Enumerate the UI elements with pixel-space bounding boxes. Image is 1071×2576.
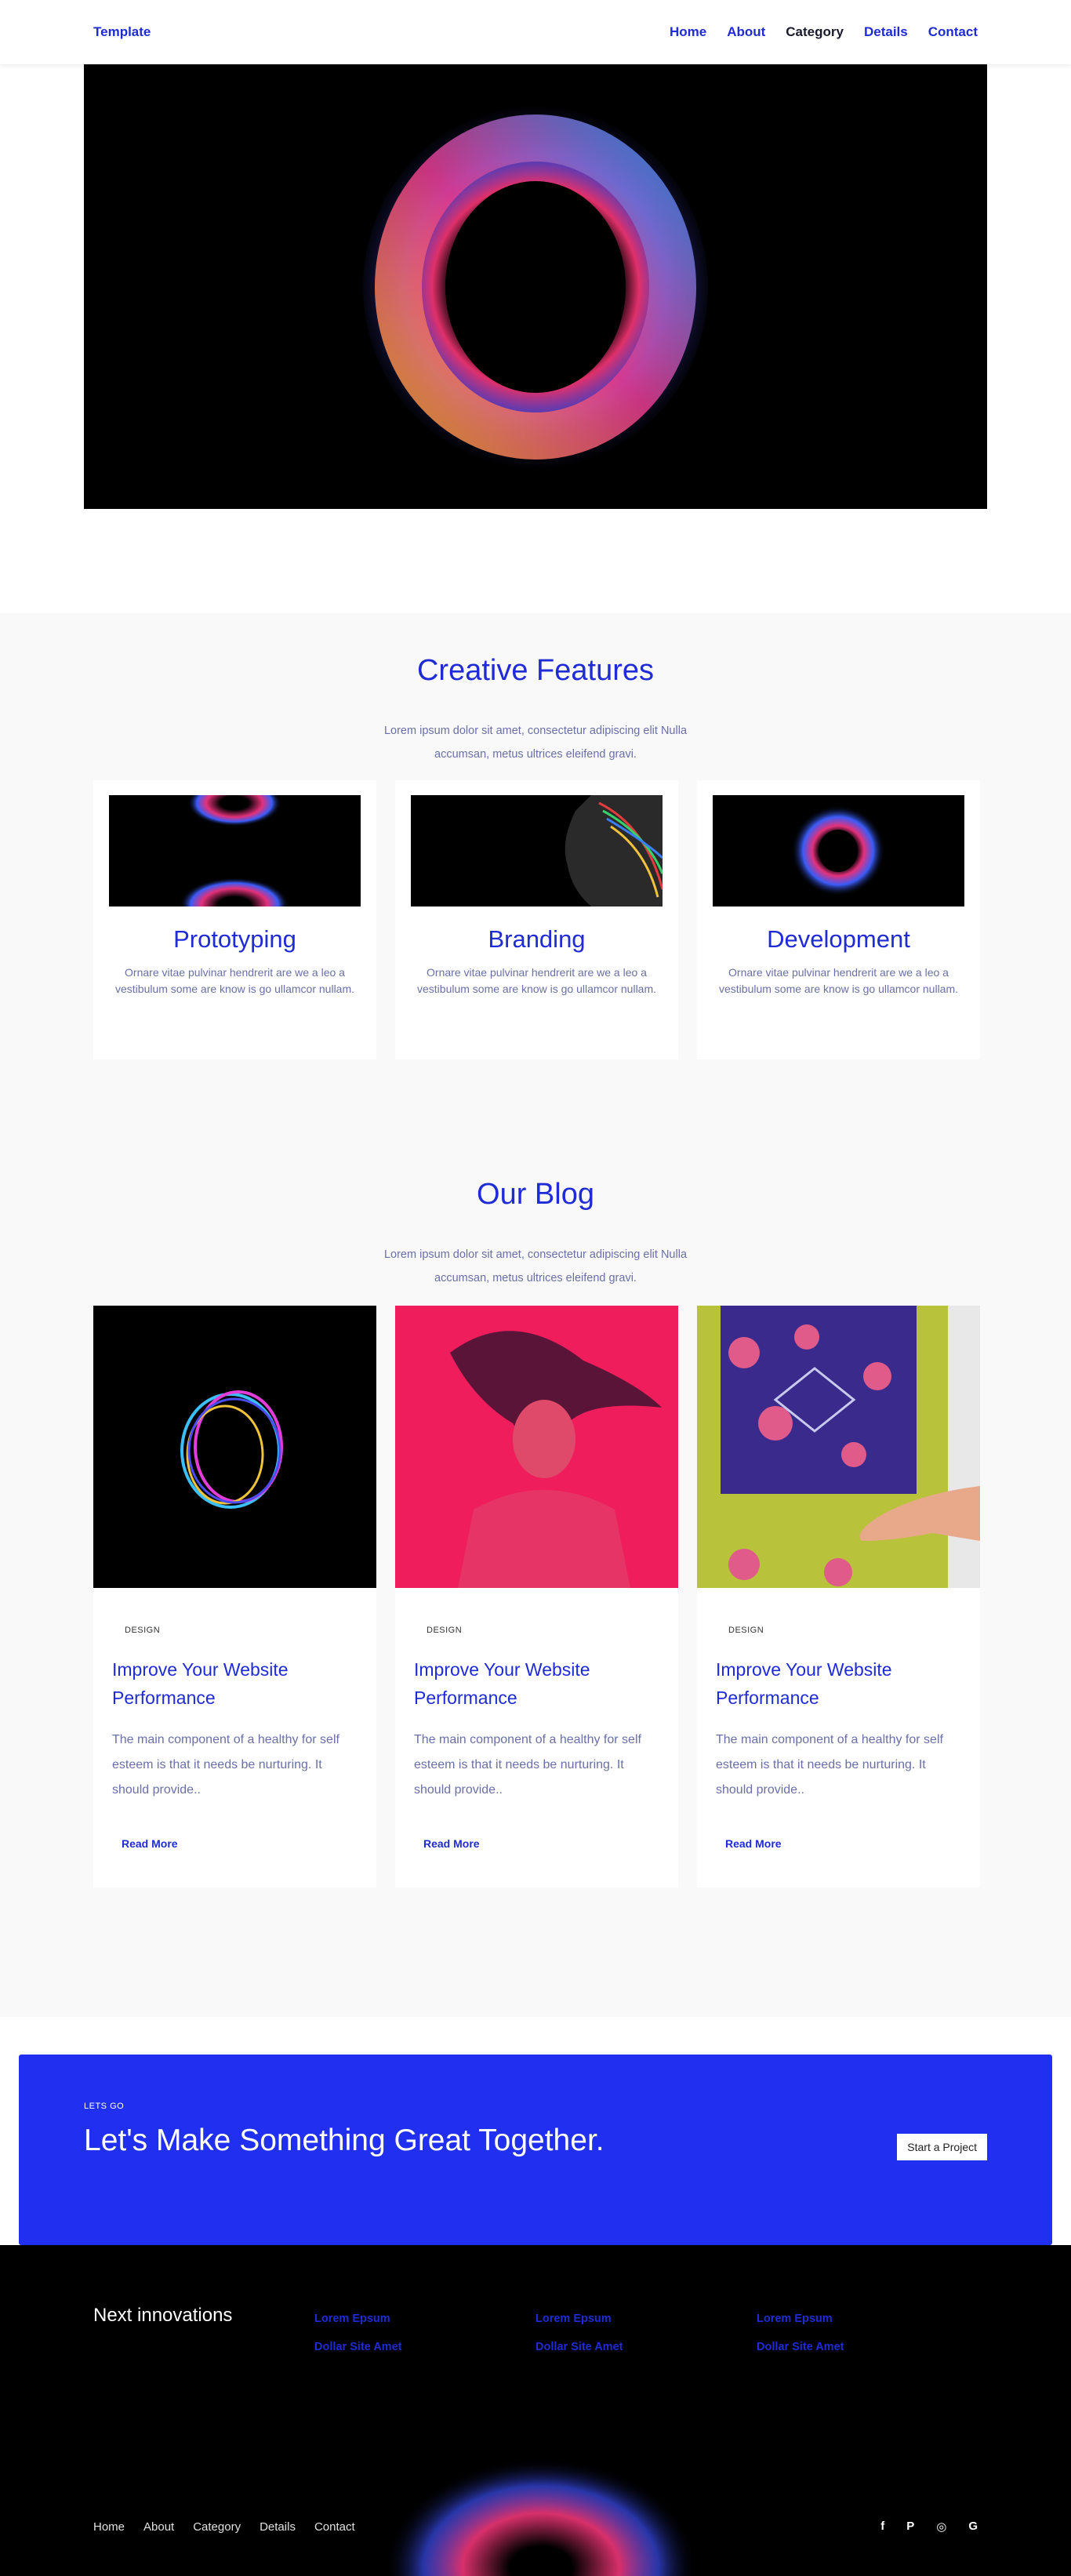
nav-home[interactable]: Home [670,24,706,40]
light-rings-image [180,1390,283,1509]
feature-card-branding: Branding Ornare vitae pulvinar hendrerit… [395,780,678,1059]
feature-desc: Ornare vitae pulvinar hendrerit are we a… [115,966,355,995]
footer-nav: Home About Category Details Contact [93,2520,355,2534]
footer-column: Lorem Epsum Dollar Site Amet [536,2305,757,2361]
footer-link[interactable]: Dollar Site Amet [314,2333,536,2361]
blog-card-body: DESIGN Improve Your Website Performance … [93,1588,376,1851]
features-section: Creative Features Lorem ipsum dolor sit … [0,613,1071,1178]
footer-nav-about[interactable]: About [143,2520,174,2534]
post-title[interactable]: Improve Your Website Performance [716,1655,961,1712]
feature-image [109,795,361,907]
read-more-link[interactable]: Read More [423,1837,480,1850]
feature-desc: Ornare vitae pulvinar hendrerit are we a… [719,966,959,995]
read-more-link[interactable]: Read More [725,1837,782,1850]
footer-nav-contact[interactable]: Contact [314,2520,355,2534]
footer-column: Lorem Epsum Dollar Site Amet [757,2305,978,2361]
blog-section: Our Blog Lorem ipsum dolor sit amet, con… [0,1178,1071,2017]
feature-title: Prototyping [173,925,296,953]
feature-image [713,795,964,907]
feature-title: Branding [488,925,586,953]
blog-image[interactable] [93,1306,376,1588]
pattern-hand-image [697,1306,980,1588]
post-tag: DESIGN [728,1626,764,1635]
nav-category[interactable]: Category [786,24,844,40]
top-navbar: Template Home About Category Details Con… [0,0,1071,64]
blog-card: DESIGN Improve Your Website Performance … [697,1306,980,1887]
footer-brand: Next innovations [93,2305,233,2326]
footer-link[interactable]: Dollar Site Amet [536,2333,757,2361]
footer-burst-image [384,2458,698,2576]
footer: Next innovations Lorem Epsum Dollar Site… [0,2245,1071,2576]
post-title[interactable]: Improve Your Website Performance [414,1655,659,1712]
footer-link[interactable]: Lorem Epsum [314,2305,536,2333]
footer-link[interactable]: Lorem Epsum [757,2305,978,2333]
footer-nav-home[interactable]: Home [93,2520,125,2534]
nav-contact[interactable]: Contact [928,24,978,40]
footer-nav-category[interactable]: Category [193,2520,241,2534]
brand-logo[interactable]: Template [93,24,151,40]
nav-about[interactable]: About [727,24,765,40]
blog-image[interactable] [697,1306,980,1588]
cta-banner: LETS GO Let's Make Something Great Toget… [19,2055,1052,2245]
burst-split-image [180,795,289,907]
features-title: Creative Features [416,654,654,687]
read-more-link[interactable]: Read More [122,1837,178,1850]
features-subtitle: Lorem ipsum dolor sit amet, consectetur … [383,725,688,761]
color-burst-image [791,805,885,896]
post-excerpt: The main component of a healthy for self… [414,1733,641,1797]
color-burst-image [363,106,708,467]
hero-section [0,64,1071,613]
footer-link[interactable]: Dollar Site Amet [757,2333,978,2361]
cta-eyebrow: LETS GO [84,2102,125,2111]
blog-card-body: DESIGN Improve Your Website Performance … [697,1588,980,1851]
neon-face-image [565,795,663,907]
footer-top: Next innovations Lorem Epsum Dollar Site… [0,2245,1071,2361]
blog-card: DESIGN Improve Your Website Performance … [395,1306,678,1887]
main-nav: Home About Category Details Contact [670,24,978,40]
footer-nav-details[interactable]: Details [260,2520,296,2534]
footer-link[interactable]: Lorem Epsum [536,2305,757,2333]
feature-desc: Ornare vitae pulvinar hendrerit are we a… [417,966,657,995]
blog-grid: DESIGN Improve Your Website Performance … [0,1306,1071,1887]
cta-title: Let's Make Something Great Together. [84,2124,604,2157]
post-excerpt: The main component of a healthy for self… [716,1733,943,1797]
post-tag: DESIGN [125,1626,161,1635]
nav-details[interactable]: Details [864,24,908,40]
blog-card-body: DESIGN Improve Your Website Performance … [395,1588,678,1851]
features-grid: Prototyping Ornare vitae pulvinar hendre… [0,780,1071,1059]
feature-card-development: Development Ornare vitae pulvinar hendre… [697,780,980,1059]
blog-title: Our Blog [477,1178,594,1211]
cta-section: LETS GO Let's Make Something Great Toget… [0,2017,1071,2245]
post-tag: DESIGN [427,1626,463,1635]
feature-card-prototyping: Prototyping Ornare vitae pulvinar hendre… [93,780,376,1059]
blog-subtitle: Lorem ipsum dolor sit amet, consectetur … [383,1248,688,1284]
post-excerpt: The main component of a healthy for self… [112,1733,339,1797]
woman-hair-image [450,1331,662,1588]
post-title[interactable]: Improve Your Website Performance [112,1655,358,1712]
footer-column: Lorem Epsum Dollar Site Amet [314,2305,536,2361]
blog-card: DESIGN Improve Your Website Performance … [93,1306,376,1887]
blog-image[interactable] [395,1306,678,1588]
feature-title: Development [767,925,910,953]
start-project-button[interactable]: Start a Project [897,2134,987,2160]
hero-image [84,64,987,509]
feature-image [411,795,663,907]
